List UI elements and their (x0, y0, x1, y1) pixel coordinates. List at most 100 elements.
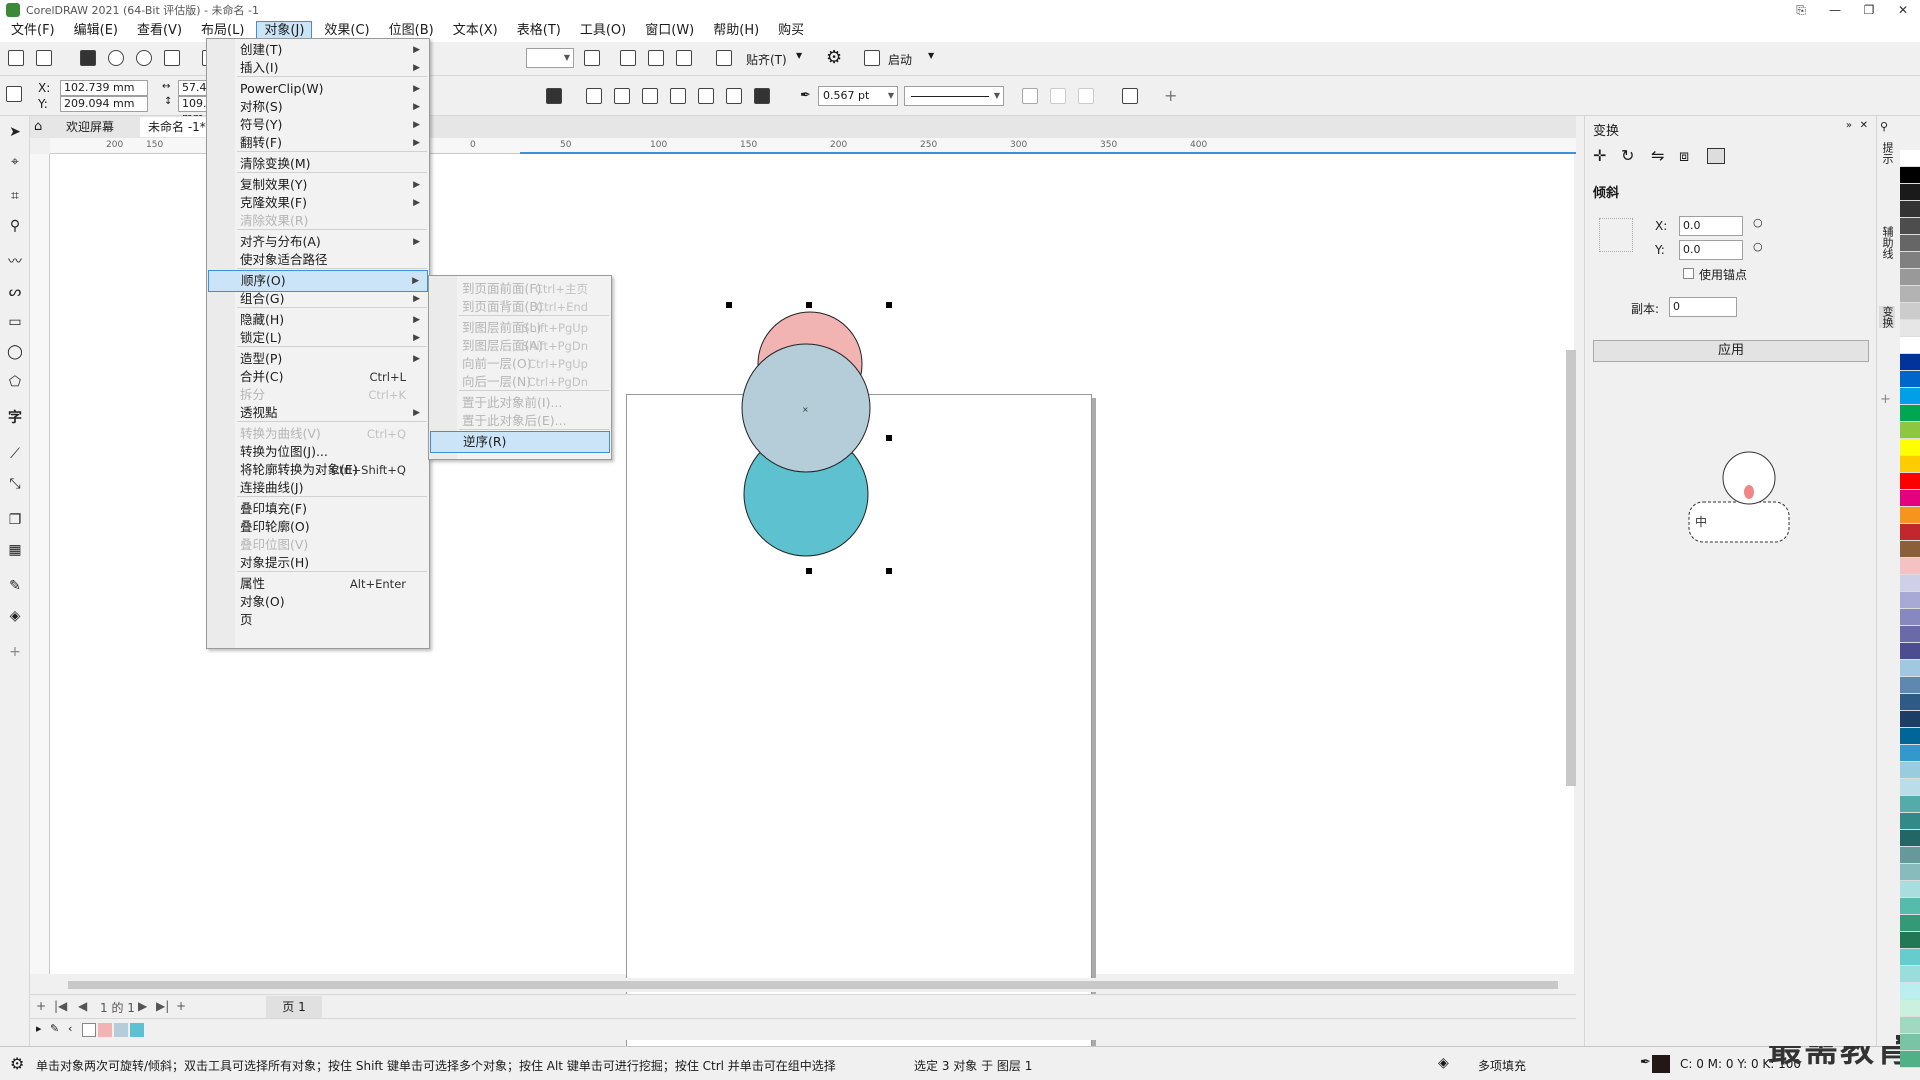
palette-swatch[interactable] (1900, 694, 1920, 711)
restore-icon[interactable]: ⎘ (1784, 0, 1818, 20)
palette-swatch[interactable] (1900, 609, 1920, 626)
teal-swatch[interactable] (130, 1023, 144, 1037)
menu-item[interactable]: 页 (208, 609, 428, 631)
rotate-tab-icon[interactable]: ↻ (1621, 146, 1634, 165)
selection-handle[interactable] (886, 568, 892, 574)
palette-swatch[interactable] (1900, 456, 1920, 473)
combine-icon[interactable] (546, 88, 562, 104)
home-icon[interactable]: ⌂ (34, 119, 42, 134)
palette-swatch[interactable] (1900, 371, 1920, 388)
apply-button[interactable]: 应用 (1593, 340, 1869, 362)
palette-swatch[interactable] (1900, 762, 1920, 779)
drop-shadow-icon[interactable]: ❐ (7, 512, 23, 528)
show-grid-icon[interactable] (648, 50, 664, 66)
skew-x-input[interactable]: 0.0 (1679, 216, 1743, 236)
search-icon[interactable]: ⚲ (1880, 120, 1888, 133)
maximize-icon[interactable]: ❐ (1852, 0, 1886, 20)
horizontal-scrollbar[interactable] (50, 978, 1576, 992)
transparency-icon[interactable]: ▦ (7, 542, 23, 558)
palette-swatch[interactable] (1900, 915, 1920, 932)
zoom-dropdown[interactable]: ▼ (526, 48, 574, 68)
create-boundary-icon[interactable] (754, 88, 770, 104)
selection-handle[interactable] (726, 302, 732, 308)
text-tool-icon[interactable]: 字 (7, 410, 23, 426)
launch-dropdown[interactable]: 启动 (888, 51, 912, 68)
eyedropper-icon[interactable]: ✎ (7, 578, 23, 594)
line-style-dropdown[interactable]: ▼ (904, 86, 1004, 106)
menu-item[interactable]: 查看(V) (130, 21, 189, 41)
docker-close-icon[interactable]: ✕ (1860, 120, 1868, 131)
palette-swatch[interactable] (1900, 439, 1920, 456)
palette-swatch[interactable] (1900, 660, 1920, 677)
menu-item[interactable]: 帮助(H) (706, 21, 766, 41)
polygon-tool-icon[interactable]: ⬠ (7, 374, 23, 390)
palette-swatch[interactable] (1900, 150, 1920, 167)
selection-handle[interactable] (886, 435, 892, 441)
launch-chevron-down-icon[interactable]: ▼ (928, 51, 934, 60)
palette-swatch[interactable] (1900, 167, 1920, 184)
palette-swatch[interactable] (1900, 524, 1920, 541)
add-icon[interactable]: + (1164, 86, 1177, 105)
palette-swatch[interactable] (1900, 490, 1920, 507)
selection-handle[interactable] (886, 302, 892, 308)
collapse-icon[interactable]: ‹ (68, 1022, 72, 1035)
palette-swatch[interactable] (1900, 983, 1920, 1000)
palette-swatch[interactable] (1900, 626, 1920, 643)
rectangle-tool-icon[interactable]: ▭ (7, 314, 23, 330)
tab-page-1[interactable]: 页 1 (266, 996, 322, 1018)
palette-swatch[interactable] (1900, 932, 1920, 949)
artistic-media-icon[interactable]: ᔕ (7, 284, 23, 300)
front-minus-back-icon[interactable] (698, 88, 714, 104)
menu-item[interactable]: 表格(T) (510, 21, 568, 41)
palette-swatch[interactable] (1900, 235, 1920, 252)
import-icon[interactable] (108, 50, 124, 66)
object-origin-icon[interactable] (6, 86, 22, 102)
palette-swatch[interactable] (1900, 745, 1920, 762)
palette-swatch[interactable] (1900, 677, 1920, 694)
tab-hints[interactable]: 提示 (1879, 142, 1895, 164)
palette-swatch[interactable] (1900, 422, 1920, 439)
palette-swatch[interactable] (1900, 881, 1920, 898)
wrap-text-icon[interactable] (1022, 88, 1038, 104)
options-gear-icon[interactable]: ⚙ (826, 47, 842, 68)
weld-icon[interactable] (586, 88, 602, 104)
close-icon[interactable]: ✕ (1886, 0, 1920, 20)
settings-gear-icon[interactable]: ⚙ (10, 1054, 24, 1073)
outline-color-swatch[interactable] (1652, 1055, 1670, 1073)
palette-swatch[interactable] (1900, 966, 1920, 983)
open-icon[interactable] (36, 50, 52, 66)
add-page-icon[interactable]: + (36, 999, 46, 1013)
full-screen-icon[interactable] (584, 50, 600, 66)
parallel-dimension-icon[interactable]: ⟋ (7, 446, 23, 462)
outline-width-input[interactable]: 0.567 pt ▼ (818, 86, 898, 106)
palette-swatch[interactable] (1900, 388, 1920, 405)
palette-swatch[interactable] (1900, 1017, 1920, 1034)
selection-handle[interactable] (806, 568, 812, 574)
palette-swatch[interactable] (1900, 796, 1920, 813)
tab-transform[interactable]: 变换 (1879, 306, 1895, 328)
pink-swatch[interactable] (98, 1023, 112, 1037)
palette-swatch[interactable] (1900, 711, 1920, 728)
use-anchor-checkbox[interactable] (1683, 268, 1694, 279)
last-page-icon[interactable]: ▶| (156, 999, 169, 1013)
selection-handle[interactable] (806, 302, 812, 308)
palette-swatch[interactable] (1900, 779, 1920, 796)
palette-swatch[interactable] (1900, 507, 1920, 524)
palette-swatch[interactable] (1900, 252, 1920, 269)
y-position-input[interactable]: 209.094 mm (60, 96, 148, 112)
gray-blue-swatch[interactable] (114, 1023, 128, 1037)
x-position-input[interactable]: 102.739 mm (60, 80, 148, 96)
lock-icon[interactable] (1050, 88, 1066, 104)
eyedropper-small-icon[interactable]: ✎ (50, 1022, 59, 1035)
trim-icon[interactable] (614, 88, 630, 104)
palette-swatch[interactable] (1900, 405, 1920, 422)
ellipse-tool-icon[interactable]: ◯ (7, 344, 23, 360)
position-tab-icon[interactable]: ✛ (1593, 146, 1606, 165)
palette-swatch[interactable] (1900, 1051, 1920, 1068)
add-docker-icon[interactable]: + (1880, 392, 1891, 407)
palette-swatch[interactable] (1900, 1034, 1920, 1051)
palette-swatch[interactable] (1900, 286, 1920, 303)
vertical-scrollbar[interactable] (1566, 350, 1576, 786)
align-distribute-icon[interactable] (1122, 88, 1138, 104)
palette-swatch[interactable] (1900, 201, 1920, 218)
